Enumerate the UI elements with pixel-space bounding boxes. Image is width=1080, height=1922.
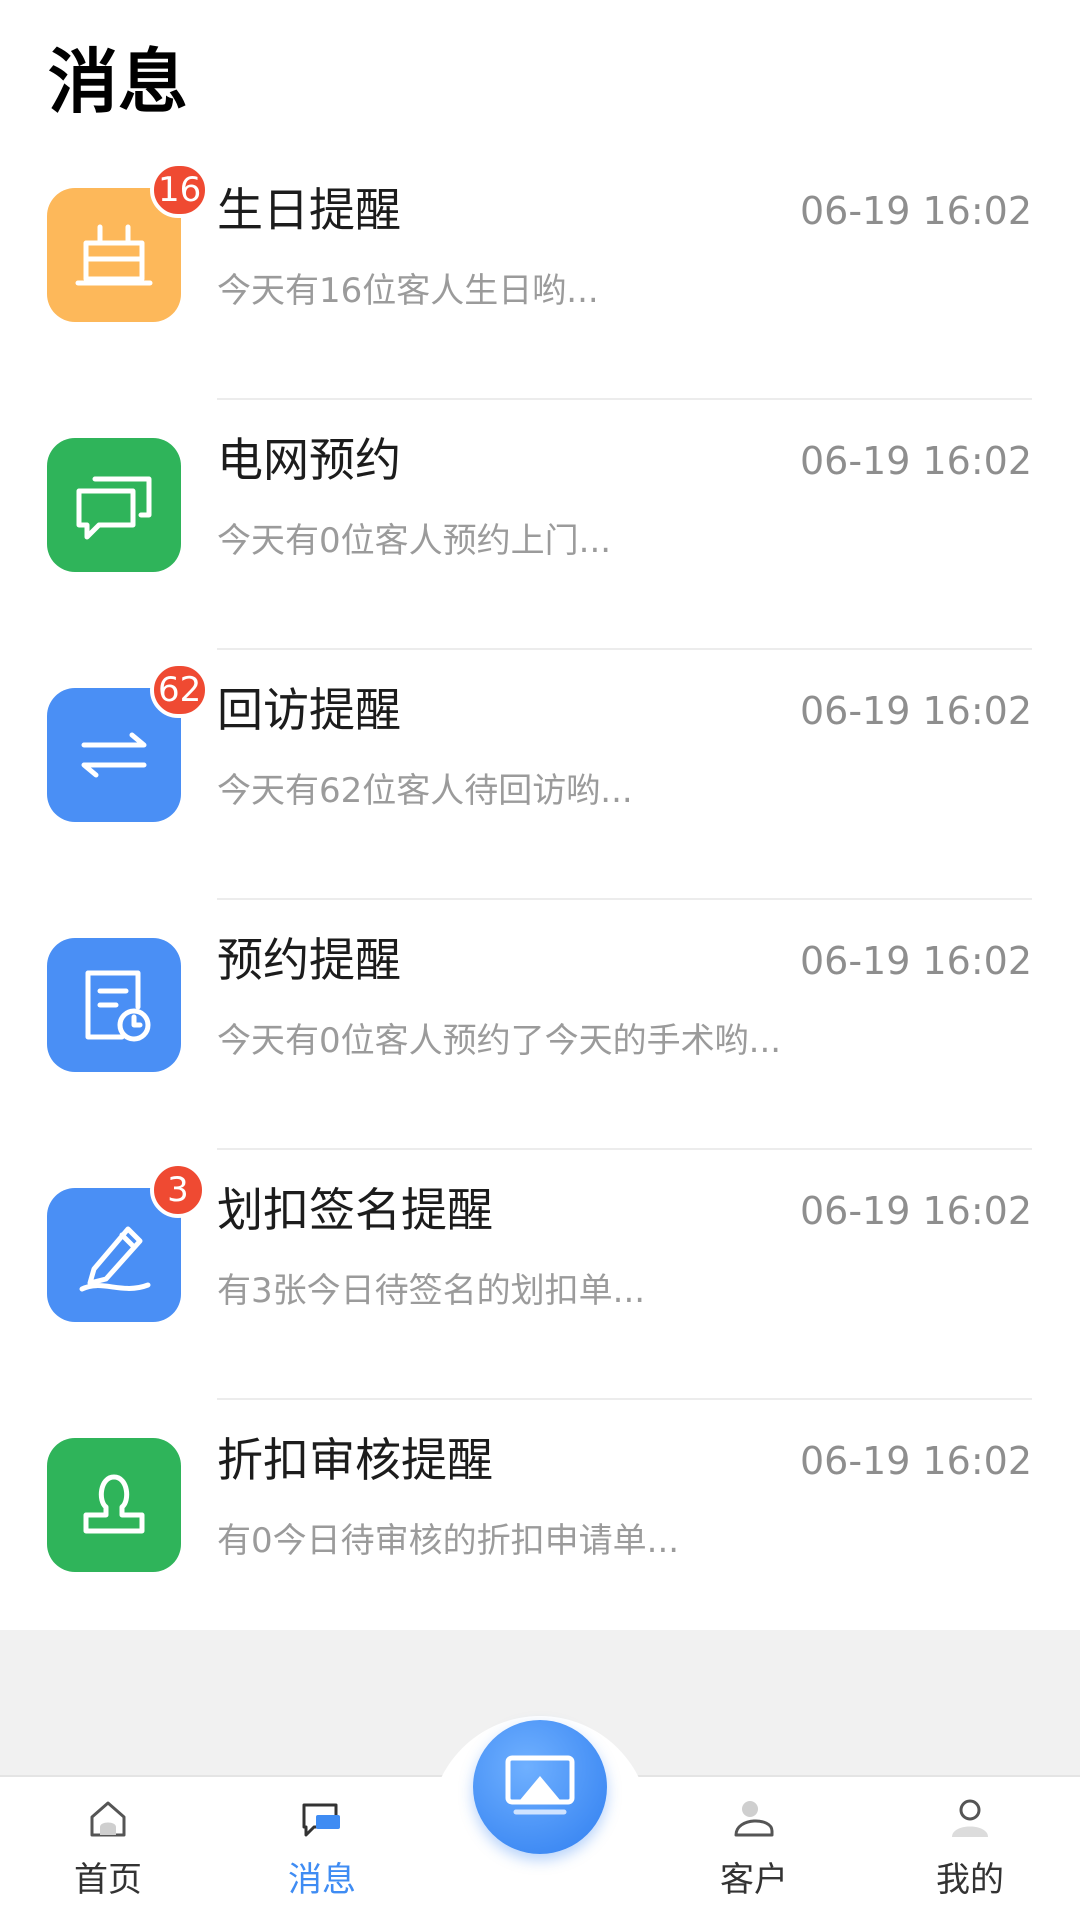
document-clock-icon (47, 938, 181, 1072)
tab-label: 消息 (288, 1860, 356, 1900)
screen-cast-icon (505, 1755, 575, 1815)
message-preview: 今天有16位客人生日哟... (217, 271, 599, 311)
chat-bubbles-icon (47, 438, 181, 572)
message-title: 电网预约 (217, 433, 401, 487)
message-title: 划扣签名提醒 (217, 1183, 493, 1237)
message-preview: 有3张今日待签名的划扣单... (217, 1271, 646, 1311)
message-time: 06-19 16:02 (799, 189, 1032, 233)
home-icon (90, 1801, 126, 1837)
message-preview: 今天有0位客人预约上门... (217, 521, 612, 561)
stamp-icon (47, 1438, 181, 1572)
message-preview: 今天有62位客人待回访哟... (217, 771, 633, 811)
unread-count-badge: 62 (150, 662, 210, 718)
unread-count-badge: 3 (150, 1162, 206, 1218)
list-item-discount-review-reminder[interactable]: 折扣审核提醒 06-19 16:02 有0今日待审核的折扣申请单... (0, 1400, 1080, 1650)
tab-mine[interactable]: 我的 (870, 1777, 1070, 1922)
customer-icon (734, 1801, 774, 1837)
message-title: 回访提醒 (217, 683, 401, 737)
tab-customers[interactable]: 客户 (654, 1777, 854, 1922)
tab-messages[interactable]: 消息 (222, 1777, 422, 1922)
message-preview: 今天有0位客人预约了今天的手术哟... (217, 1021, 782, 1061)
message-time: 06-19 16:02 (799, 1439, 1032, 1483)
message-title: 预约提醒 (217, 933, 401, 987)
message-time: 06-19 16:02 (799, 439, 1032, 483)
tab-label: 首页 (74, 1860, 142, 1900)
message-time: 06-19 16:02 (799, 939, 1032, 983)
message-preview: 有0今日待审核的折扣申请单... (217, 1521, 680, 1561)
person-icon (952, 1799, 988, 1837)
tab-home[interactable]: 首页 (8, 1777, 208, 1922)
list-item-birthday-reminder[interactable]: 16 生日提醒 06-19 16:02 今天有16位客人生日哟... (0, 150, 1080, 400)
center-action-button[interactable] (473, 1720, 607, 1854)
list-item-grid-appointment[interactable]: 电网预约 06-19 16:02 今天有0位客人预约上门... (0, 400, 1080, 650)
unread-count-badge: 16 (150, 162, 210, 218)
message-title: 生日提醒 (217, 183, 401, 237)
message-time: 06-19 16:02 (799, 1189, 1032, 1233)
tab-label: 我的 (936, 1860, 1004, 1900)
message-list: 16 生日提醒 06-19 16:02 今天有16位客人生日哟... 电网预约 … (0, 150, 1080, 1650)
list-item-follow-up-reminder[interactable]: 62 回访提醒 06-19 16:02 今天有62位客人待回访哟... (0, 650, 1080, 900)
message-icon (302, 1803, 340, 1837)
tab-label: 客户 (720, 1860, 788, 1900)
message-title: 折扣审核提醒 (217, 1433, 493, 1487)
list-item-signature-reminder[interactable]: 3 划扣签名提醒 06-19 16:02 有3张今日待签名的划扣单... (0, 1150, 1080, 1400)
page-title: 消息 (48, 41, 188, 123)
list-item-appointment-reminder[interactable]: 预约提醒 06-19 16:02 今天有0位客人预约了今天的手术哟... (0, 900, 1080, 1150)
message-time: 06-19 16:02 (799, 689, 1032, 733)
